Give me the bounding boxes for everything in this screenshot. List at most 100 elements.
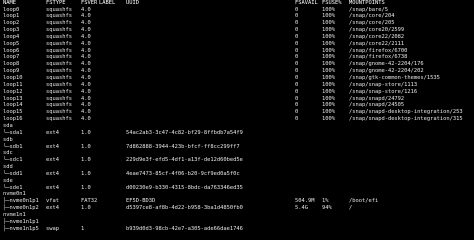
cell-fsuse: 100% <box>322 75 335 81</box>
col-label-header: LABEL <box>99 0 116 6</box>
cell-mount: /snap/core20/2599 <box>349 27 405 34</box>
cell-mount: /snap/gnome-42-2204/202 <box>349 68 424 75</box>
cell-fstype: squashfs <box>46 81 72 88</box>
cell-name: ├─nvme0n1p1 <box>3 198 39 205</box>
cell-fsuse: 94% <box>322 205 332 212</box>
cell-name: loop9 <box>3 68 20 75</box>
cell-name: loop3 <box>3 27 20 34</box>
cell-fstype: ext4 <box>46 205 59 212</box>
cell-mount: /snap/snap-store/1113 <box>349 81 418 88</box>
cell-name: loop7 <box>3 54 20 61</box>
cell-name: loop2 <box>3 20 20 27</box>
cell-fstype: squashfs <box>46 61 72 68</box>
cell-mount: /snap/core22/2082 <box>349 33 405 40</box>
col-fsuse-header: FSUSE% <box>322 0 342 6</box>
cell-fsavail: 0 <box>295 95 299 102</box>
cell-fstype: ext4 <box>46 143 59 150</box>
cell-fsver: 4.0 <box>81 47 91 54</box>
cell-fsver: 1.0 <box>81 184 91 191</box>
cell-fstype: squashfs <box>46 54 72 61</box>
cell-name: ├─nvme1n1p1 <box>3 218 39 225</box>
cell-fsavail: 0 <box>295 109 299 116</box>
cell-name: loop10 <box>3 75 23 81</box>
cell-uuid: 229d9e3f-efd5-4df1-a13f-de12d60bed5e <box>126 157 243 164</box>
cell-fsver: 4.0 <box>81 61 91 68</box>
cell-fstype: squashfs <box>46 88 72 95</box>
cell-fsver: 4.0 <box>81 13 91 20</box>
cell-name: sda <box>3 122 13 129</box>
col-fstype-header: FSTYPE <box>46 0 66 6</box>
cell-fsuse: 100% <box>322 20 335 27</box>
cell-name: └─sdb1 <box>3 143 23 150</box>
cell-name: loop4 <box>3 33 20 40</box>
cell-fsavail: 504.9M <box>295 198 315 205</box>
cell-fstype: squashfs <box>46 95 72 102</box>
cell-name: loop6 <box>3 47 20 54</box>
cell-fsuse: 100% <box>322 33 335 40</box>
cell-fstype: vfat <box>46 198 59 205</box>
cell-name: nvme1n1 <box>3 212 26 218</box>
cell-fsver: 4.0 <box>81 75 91 81</box>
cell-fsver: 4.0 <box>81 102 91 109</box>
cell-fstype: squashfs <box>46 47 72 54</box>
cell-fsuse: 100% <box>322 88 335 95</box>
cell-name: loop14 <box>3 102 23 109</box>
cell-name: └─sdd1 <box>3 170 23 177</box>
cell-fsuse: 100% <box>322 116 335 123</box>
cell-fsver: 4.0 <box>81 68 91 75</box>
cell-fsuse: 100% <box>322 13 335 20</box>
cell-fsver: 1.0 <box>81 129 91 136</box>
cell-fstype: squashfs <box>46 109 72 116</box>
cell-fsavail: 0 <box>295 33 299 40</box>
cell-fstype: squashfs <box>46 40 72 47</box>
cell-name: sde <box>3 177 13 184</box>
cell-uuid: 54ac2ab3-3c47-4c82-bf29-8ffbdb7a54f9 <box>126 129 243 136</box>
col-mountpoints-header: MOUNTPOINTS <box>349 0 385 6</box>
col-uuid-header: UUID <box>126 0 139 6</box>
cell-fstype: ext4 <box>46 157 59 164</box>
cell-fsuse: 100% <box>322 109 335 116</box>
col-fsver-header: FSVER <box>81 0 98 6</box>
cell-name: loop11 <box>3 81 23 88</box>
cell-mount: /boot/efi <box>349 198 379 205</box>
cell-fstype: ext4 <box>46 170 59 177</box>
cell-fsuse: 100% <box>322 102 335 109</box>
cell-name: loop8 <box>3 61 20 68</box>
cell-fstype: squashfs <box>46 116 72 123</box>
cell-name: └─sdc1 <box>3 157 23 164</box>
cell-fsuse: 100% <box>322 6 335 13</box>
cell-uuid: d5397ce8-af8b-4d22-b958-3ba1d4850fb0 <box>126 205 243 212</box>
cell-uuid: 4eae7473-85cf-4f06-b20-9cf9ed0a5f0c <box>126 170 240 177</box>
cell-mount: /snap/snapd/24505 <box>349 102 405 109</box>
cell-fsavail: 0 <box>295 27 299 34</box>
cell-name: └─sda1 <box>3 129 23 136</box>
cell-fsavail: 0 <box>295 61 299 68</box>
cell-fsver: 1 <box>81 225 85 232</box>
cell-mount: /snap/core/204 <box>349 13 395 20</box>
cell-mount: /snap/firefox/6738 <box>349 54 408 61</box>
col-fsavail-header: FSAVAIL <box>295 0 318 6</box>
cell-fsver: 4.0 <box>81 95 91 102</box>
cell-fsuse: 100% <box>322 47 335 54</box>
cell-fstype: squashfs <box>46 33 72 40</box>
cell-mount: /snap/bare/5 <box>349 6 388 13</box>
cell-name: loop15 <box>3 109 23 116</box>
terminal-window[interactable]: NAME FSTYPE FSVER LABEL UUID FSAVAIL FSU… <box>0 0 474 240</box>
cell-mount: / <box>349 205 353 212</box>
cell-fsuse: 100% <box>322 68 335 75</box>
cell-fsavail: 0 <box>295 81 299 88</box>
cell-fstype: squashfs <box>46 75 72 81</box>
cell-fsver: 4.0 <box>81 33 91 40</box>
cell-fsuse: 100% <box>322 61 335 68</box>
cell-fsavail: 0 <box>295 6 299 13</box>
cell-fsuse: 100% <box>322 27 335 34</box>
cell-mount: /snap/core/205 <box>349 20 395 27</box>
cell-uuid: EF5D-BD3D <box>126 198 156 205</box>
cell-fsavail: 5.4G <box>295 205 308 212</box>
cell-fsuse: 100% <box>322 81 335 88</box>
cell-mount: /snap/snapd/24792 <box>349 95 405 102</box>
cell-name: ├─nvme1n1p5 <box>3 225 39 232</box>
cell-fsuse: 100% <box>322 54 335 61</box>
cell-mount: /snap/core22/2111 <box>349 40 405 47</box>
cell-fsver: FAT32 <box>81 198 98 205</box>
